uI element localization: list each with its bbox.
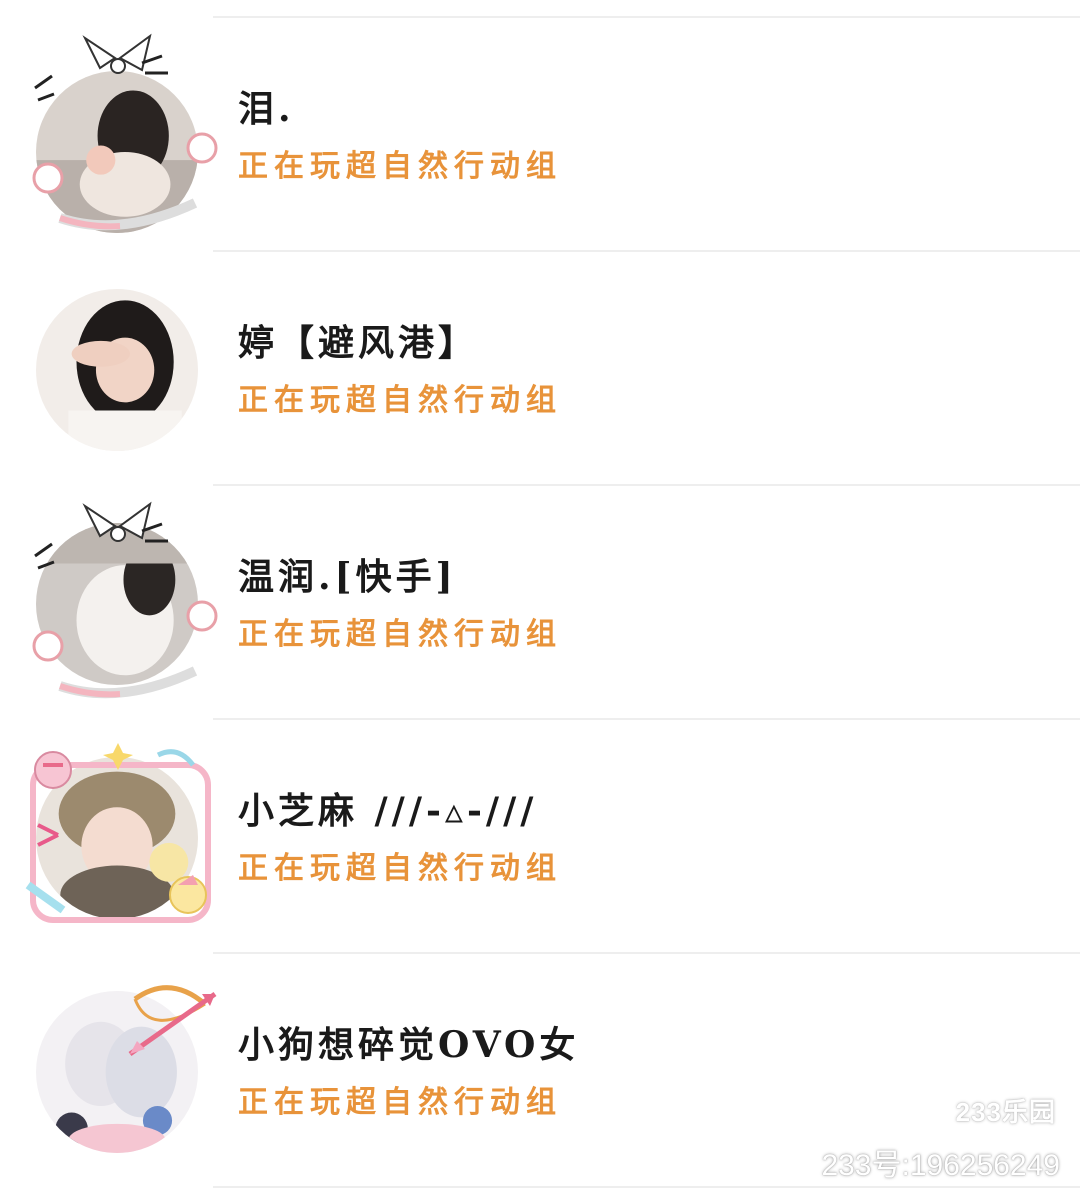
user-status: 正在玩超自然行动组 [238,851,562,886]
user-status: 正在玩超自然行动组 [238,149,562,184]
avatar[interactable] [36,71,198,233]
list-item[interactable]: 温润.[快手] 正在玩超自然行动组 [0,486,1080,720]
online-friends-list: 泪. 正在玩超自然行动组 婷【避风港】 正在玩超自然行动组 温润.[快手] 正在… [0,0,1080,1193]
avatar-photo [36,289,198,451]
user-name[interactable]: 婷【避风港】 [238,314,478,366]
avatar[interactable] [36,991,198,1153]
user-name[interactable]: 泪. [238,80,295,132]
watermark-id: 233号:196256249 [821,1149,1060,1182]
user-name[interactable]: 小狗想碎觉OVO女 [238,1016,579,1068]
divider [213,1186,1080,1188]
avatar-photo [36,757,198,919]
list-item[interactable]: 婷【避风港】 正在玩超自然行动组 [0,252,1080,486]
user-status: 正在玩超自然行动组 [238,617,562,652]
user-status: 正在玩超自然行动组 [238,1085,562,1120]
avatar[interactable] [36,289,198,451]
user-name[interactable]: 温润.[快手] [238,548,457,600]
avatar-photo [36,71,198,233]
avatar-photo [36,991,198,1153]
user-name[interactable]: 小芝麻 ///-▵-/// [238,782,537,834]
user-status: 正在玩超自然行动组 [238,383,562,418]
avatar[interactable] [36,523,198,685]
list-item[interactable]: 小芝麻 ///-▵-/// 正在玩超自然行动组 [0,720,1080,954]
watermark-logo: 233乐园 [955,1097,1056,1127]
list-item[interactable]: 泪. 正在玩超自然行动组 [0,18,1080,252]
avatar-photo [36,523,198,685]
avatar[interactable] [36,757,198,919]
